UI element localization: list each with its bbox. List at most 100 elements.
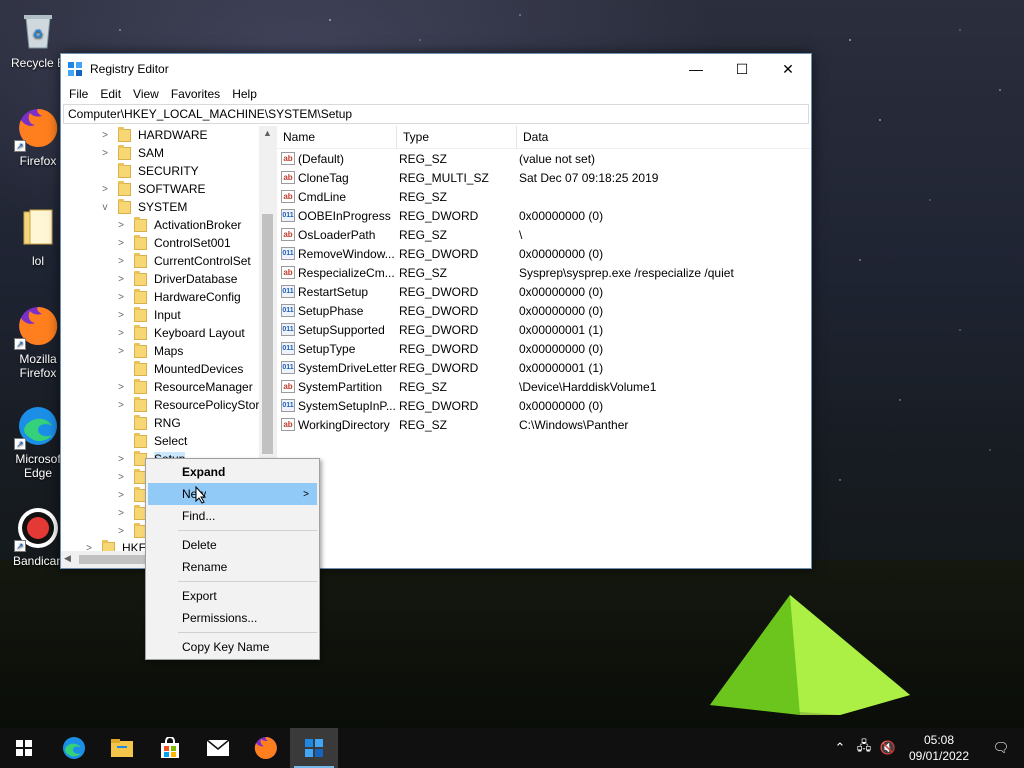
- expand-chevron-icon[interactable]: >: [115, 255, 127, 267]
- table-row[interactable]: 011 SetupSupported REG_DWORD 0x00000001 (1): [277, 320, 811, 339]
- tree-item-rng[interactable]: RNG: [115, 414, 181, 432]
- scroll-up-arrow-icon[interactable]: ▲: [259, 128, 276, 138]
- expand-chevron-icon[interactable]: >: [115, 219, 127, 231]
- table-row[interactable]: ab SystemPartition REG_SZ \Device\HarddiskV…: [277, 377, 811, 396]
- taskbar-edge[interactable]: [50, 728, 98, 768]
- table-row[interactable]: ab RespecializeCm... REG_SZ Sysprep\sysprep…: [277, 263, 811, 282]
- expand-chevron-icon[interactable]: >: [115, 237, 127, 249]
- tree-item-select[interactable]: Select: [115, 432, 187, 450]
- expand-chevron-icon[interactable]: >: [115, 399, 127, 411]
- table-row[interactable]: 011 OOBEInProgress REG_DWORD 0x00000000 (0): [277, 206, 811, 225]
- network-icon[interactable]: 🖧: [852, 737, 876, 759]
- start-button[interactable]: [0, 728, 48, 768]
- tree-item-resourcemanager[interactable]: > ResourceManager: [115, 378, 253, 396]
- ctx-rename[interactable]: Rename: [148, 556, 317, 578]
- table-row[interactable]: ab CmdLine REG_SZ: [277, 187, 811, 206]
- menu-view[interactable]: View: [127, 87, 165, 101]
- tree-item-mounteddevices[interactable]: MountedDevices: [115, 360, 243, 378]
- folder-icon: [134, 342, 147, 358]
- table-row[interactable]: 011 RemoveWindow... REG_DWORD 0x00000000 (0…: [277, 244, 811, 263]
- ctx-export[interactable]: Export: [148, 585, 317, 607]
- folder-icon: [118, 180, 131, 196]
- tree-item-controlset001[interactable]: > ControlSet001: [115, 234, 231, 252]
- column-header-data[interactable]: Data: [517, 126, 797, 149]
- expand-chevron-icon[interactable]: >: [115, 381, 127, 393]
- expand-chevron-icon[interactable]: >: [115, 291, 127, 303]
- ctx-copy-key-name[interactable]: Copy Key Name: [148, 636, 317, 658]
- expand-chevron-icon[interactable]: >: [115, 345, 127, 357]
- title-bar[interactable]: Registry Editor — ☐ ✕: [61, 54, 811, 84]
- table-row[interactable]: 011 SetupPhase REG_DWORD 0x00000000 (0): [277, 301, 811, 320]
- tree-item-software[interactable]: > SOFTWARE: [99, 180, 206, 198]
- edge-icon: [63, 737, 85, 759]
- value-data: 0x00000000 (0): [519, 303, 604, 318]
- taskbar-file-explorer[interactable]: [98, 728, 146, 768]
- tree-item-sam[interactable]: > SAM: [99, 144, 164, 162]
- tree-item-system[interactable]: v SYSTEM: [99, 198, 187, 216]
- tree-item-driverdatabase[interactable]: > DriverDatabase: [115, 270, 237, 288]
- expand-chevron-icon[interactable]: >: [115, 507, 127, 519]
- folder-icon: [134, 252, 147, 268]
- tree-item-maps[interactable]: > Maps: [115, 342, 183, 360]
- tree-item-security[interactable]: SECURITY: [99, 162, 199, 180]
- table-row[interactable]: 011 SetupType REG_DWORD 0x00000000 (0): [277, 339, 811, 358]
- column-header-type[interactable]: Type: [397, 125, 517, 149]
- binary-value-icon: 011: [281, 399, 295, 412]
- expand-chevron-icon[interactable]: >: [99, 129, 111, 141]
- expand-chevron-icon[interactable]: >: [115, 327, 127, 339]
- taskbar-mail[interactable]: [194, 728, 242, 768]
- clock[interactable]: 05:08 09/01/2022: [900, 732, 978, 764]
- ctx-permissions[interactable]: Permissions...: [148, 607, 317, 629]
- table-row[interactable]: 011 SystemSetupInP... REG_DWORD 0x00000000 …: [277, 396, 811, 415]
- volume-muted-icon[interactable]: 🔇: [876, 740, 900, 756]
- expand-chevron-icon[interactable]: >: [99, 183, 111, 195]
- scroll-thumb[interactable]: [262, 214, 273, 454]
- expand-chevron-icon[interactable]: >: [115, 273, 127, 285]
- expand-chevron-icon[interactable]: >: [115, 309, 127, 321]
- address-bar[interactable]: Computer\HKEY_LOCAL_MACHINE\SYSTEM\Setup: [63, 104, 809, 124]
- taskbar-registry-editor[interactable]: [290, 728, 338, 768]
- ctx-expand[interactable]: Expand: [148, 461, 317, 483]
- taskbar-store[interactable]: [146, 728, 194, 768]
- expand-chevron-icon[interactable]: >: [99, 147, 111, 159]
- show-hidden-icons-chevron-icon[interactable]: ⌃: [828, 740, 852, 756]
- maximize-button[interactable]: ☐: [719, 54, 765, 84]
- menu-separator: [178, 530, 317, 531]
- table-row[interactable]: ab (Default) REG_SZ (value not set): [277, 149, 811, 168]
- tree-item-keyboard-layout[interactable]: > Keyboard Layout: [115, 324, 245, 342]
- table-row[interactable]: ab OsLoaderPath REG_SZ \: [277, 225, 811, 244]
- ctx-find[interactable]: Find...: [148, 505, 317, 527]
- ctx-new[interactable]: New >: [148, 483, 317, 505]
- ctx-delete[interactable]: Delete: [148, 534, 317, 556]
- menu-favorites[interactable]: Favorites: [165, 87, 226, 101]
- expand-chevron-icon[interactable]: >: [115, 471, 127, 483]
- expand-chevron-icon[interactable]: >: [115, 525, 127, 537]
- tree-item-hardware[interactable]: > HARDWARE: [99, 126, 208, 144]
- column-header-name[interactable]: Name: [277, 125, 397, 149]
- tree-item-input[interactable]: > Input: [115, 306, 181, 324]
- scroll-left-arrow-icon[interactable]: ◀: [64, 553, 71, 564]
- table-row[interactable]: ab CloneTag REG_MULTI_SZ Sat Dec 07 09:18:2…: [277, 168, 811, 187]
- table-row[interactable]: 011 RestartSetup REG_DWORD 0x00000000 (0): [277, 282, 811, 301]
- ctx-label: Copy Key Name: [182, 640, 270, 654]
- table-row[interactable]: 011 SystemDriveLetter REG_DWORD 0x00000001 …: [277, 358, 811, 377]
- notifications-icon[interactable]: 🗨: [978, 740, 1024, 756]
- expand-chevron-icon[interactable]: >: [115, 453, 127, 465]
- expand-chevron-icon: [115, 363, 127, 375]
- string-value-icon: ab: [281, 380, 295, 393]
- menu-file[interactable]: File: [63, 87, 94, 101]
- menu-edit[interactable]: Edit: [94, 87, 127, 101]
- tree-item-currentcontrolset[interactable]: > CurrentControlSet: [115, 252, 251, 270]
- menu-help[interactable]: Help: [226, 87, 263, 101]
- close-button[interactable]: ✕: [765, 54, 811, 84]
- value-name: SetupSupported: [298, 322, 385, 337]
- collapse-chevron-icon[interactable]: v: [99, 201, 111, 213]
- tree-item-hardwareconfig[interactable]: > HardwareConfig: [115, 288, 241, 306]
- tree-item-label: Maps: [154, 344, 184, 358]
- tree-item-activationbroker[interactable]: > ActivationBroker: [115, 216, 241, 234]
- expand-chevron-icon[interactable]: >: [115, 489, 127, 501]
- table-row[interactable]: ab WorkingDirectory REG_SZ C:\Windows\Panth…: [277, 415, 811, 434]
- minimize-button[interactable]: —: [673, 54, 719, 84]
- taskbar-firefox[interactable]: [242, 728, 290, 768]
- tree-item-resourcepolicystore[interactable]: > ResourcePolicyStore: [115, 396, 266, 414]
